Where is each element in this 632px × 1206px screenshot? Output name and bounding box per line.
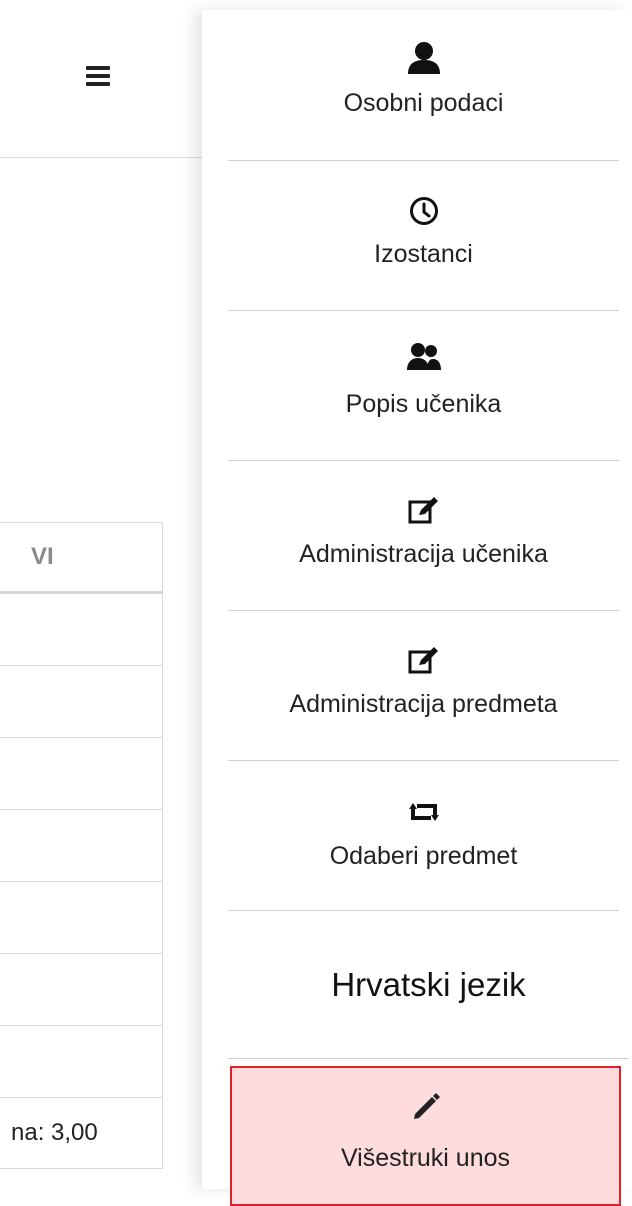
table-row bbox=[0, 881, 163, 954]
table-cell[interactable] bbox=[0, 737, 163, 810]
user-icon bbox=[228, 42, 619, 74]
column-header-vi: VI bbox=[0, 522, 163, 594]
table-cell[interactable] bbox=[0, 953, 163, 1026]
menu-item-popis-ucenika[interactable]: Popis učenika bbox=[228, 310, 619, 461]
table-row bbox=[0, 1025, 163, 1098]
table-header-row: VI bbox=[0, 522, 163, 594]
table-cell[interactable] bbox=[0, 665, 163, 738]
menu-item-label: Popis učenika bbox=[345, 390, 502, 418]
table-row bbox=[0, 665, 163, 738]
menu-item-label: Višestruki unos bbox=[340, 1144, 511, 1172]
clock-icon bbox=[228, 196, 619, 226]
side-menu: Osobni podaci Izostanci Popis učenika Ad… bbox=[202, 10, 632, 1206]
average-text: na: 3,00 bbox=[0, 1097, 163, 1169]
table-row bbox=[0, 592, 163, 666]
table-average-row: na: 3,00 bbox=[0, 1097, 163, 1169]
retweet-icon bbox=[228, 800, 619, 824]
pencil-icon bbox=[232, 1092, 619, 1120]
table-cell[interactable] bbox=[0, 881, 163, 954]
edit-icon bbox=[228, 646, 619, 676]
table-row bbox=[0, 737, 163, 810]
menu-item-label: Izostanci bbox=[374, 240, 473, 268]
header-divider bbox=[0, 157, 202, 158]
current-subject: Hrvatski jezik bbox=[228, 908, 629, 1059]
menu-item-label: Administracija učenika bbox=[299, 540, 548, 568]
menu-item-odaberi-predmet[interactable]: Odaberi predmet bbox=[228, 760, 619, 911]
table-cell[interactable] bbox=[0, 1025, 163, 1098]
menu-item-label: Administracija predmeta bbox=[289, 690, 558, 718]
subject-label: Hrvatski jezik bbox=[331, 966, 526, 1003]
menu-item-visestruki-unos[interactable]: Višestruki unos bbox=[230, 1066, 621, 1206]
menu-item-administracija-ucenika[interactable]: Administracija učenika bbox=[228, 460, 619, 611]
users-icon bbox=[228, 342, 619, 370]
menu-item-label: Osobni podaci bbox=[343, 89, 504, 117]
table-row bbox=[0, 953, 163, 1026]
table-cell[interactable] bbox=[0, 809, 163, 882]
hamburger-menu-icon[interactable] bbox=[86, 66, 110, 88]
menu-item-administracija-predmeta[interactable]: Administracija predmeta bbox=[228, 610, 619, 761]
menu-item-izostanci[interactable]: Izostanci bbox=[228, 160, 619, 311]
menu-item-osobni-podaci[interactable]: Osobni podaci bbox=[228, 10, 619, 161]
edit-icon bbox=[228, 496, 619, 526]
table-cell[interactable] bbox=[0, 592, 163, 666]
grades-table: VI na: 3,00 bbox=[0, 522, 163, 1169]
menu-item-label: Odaberi predmet bbox=[329, 842, 518, 870]
table-row bbox=[0, 809, 163, 882]
